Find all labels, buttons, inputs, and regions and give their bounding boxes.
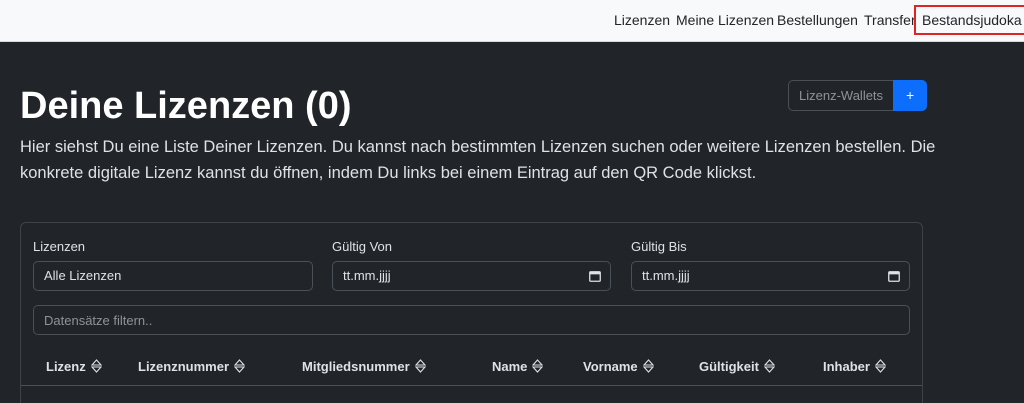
valid-from-date-input[interactable]: tt.mm.jjjj <box>332 261 611 291</box>
calendar-icon[interactable] <box>589 270 601 282</box>
column-header-lizenznummer[interactable]: Lizenznummer <box>138 357 246 375</box>
column-header-label: Lizenznummer <box>138 358 230 374</box>
license-select[interactable]: Alle Lizenzen <box>33 261 313 291</box>
nav-item-lizenzen[interactable]: Lizenzen <box>614 0 670 40</box>
column-header-label: Mitgliedsnummer <box>302 358 410 374</box>
page-title: Deine Lizenzen (0) <box>20 85 352 127</box>
nav-item-bestellungen[interactable]: Bestellungen <box>777 0 858 40</box>
column-header-inhaber[interactable]: Inhaber <box>823 357 886 375</box>
sort-icon <box>234 359 246 373</box>
valid-from-value: tt.mm.jjjj <box>343 268 391 283</box>
sort-icon <box>532 359 544 373</box>
valid-to-date-input[interactable]: tt.mm.jjjj <box>631 261 910 291</box>
license-wallets-button[interactable]: Lizenz-Wallets <box>788 80 894 111</box>
column-header-vorname[interactable]: Vorname <box>583 357 654 375</box>
license-filter-label: Lizenzen <box>33 239 86 254</box>
valid-to-value: tt.mm.jjjj <box>642 268 690 283</box>
license-list-card: Lizenzen Alle Lizenzen Gültig Von tt.mm.… <box>20 222 923 403</box>
records-filter-input[interactable] <box>33 305 910 335</box>
calendar-icon[interactable] <box>888 270 900 282</box>
column-header-mitgliedsnummer[interactable]: Mitgliedsnummer <box>302 357 426 375</box>
valid-to-label: Gültig Bis <box>631 239 687 254</box>
column-header-label: Vorname <box>583 358 638 374</box>
nav-item-bestandsjudoka[interactable]: Bestandsjudoka <box>914 5 1024 35</box>
sort-icon <box>763 359 775 373</box>
column-header-lizenz[interactable]: Lizenz <box>46 357 102 375</box>
top-navbar: Lizenzen Meine Lizenzen Bestellungen Tra… <box>0 0 1024 42</box>
sort-icon <box>874 359 886 373</box>
sort-icon <box>90 359 102 373</box>
table-header-divider <box>21 385 922 386</box>
sort-icon <box>642 359 654 373</box>
sort-icon <box>414 359 426 373</box>
column-header-gueltigkeit[interactable]: Gültigkeit <box>699 357 775 375</box>
column-header-name[interactable]: Name <box>492 357 544 375</box>
column-header-label: Gültigkeit <box>699 358 759 374</box>
wallet-button-group: Lizenz-Wallets + <box>788 80 928 111</box>
column-header-label: Name <box>492 358 528 374</box>
nav-item-transfer[interactable]: Transfer <box>864 0 916 40</box>
column-header-label: Lizenz <box>46 358 86 374</box>
add-license-button[interactable]: + <box>893 80 928 111</box>
nav-item-meine-lizenzen[interactable]: Meine Lizenzen <box>676 0 774 40</box>
license-select-value: Alle Lizenzen <box>44 268 122 283</box>
column-header-label: Inhaber <box>823 358 870 374</box>
valid-from-label: Gültig Von <box>332 239 392 254</box>
page-description: Hier siehst Du eine Liste Deiner Lizenze… <box>20 138 936 182</box>
